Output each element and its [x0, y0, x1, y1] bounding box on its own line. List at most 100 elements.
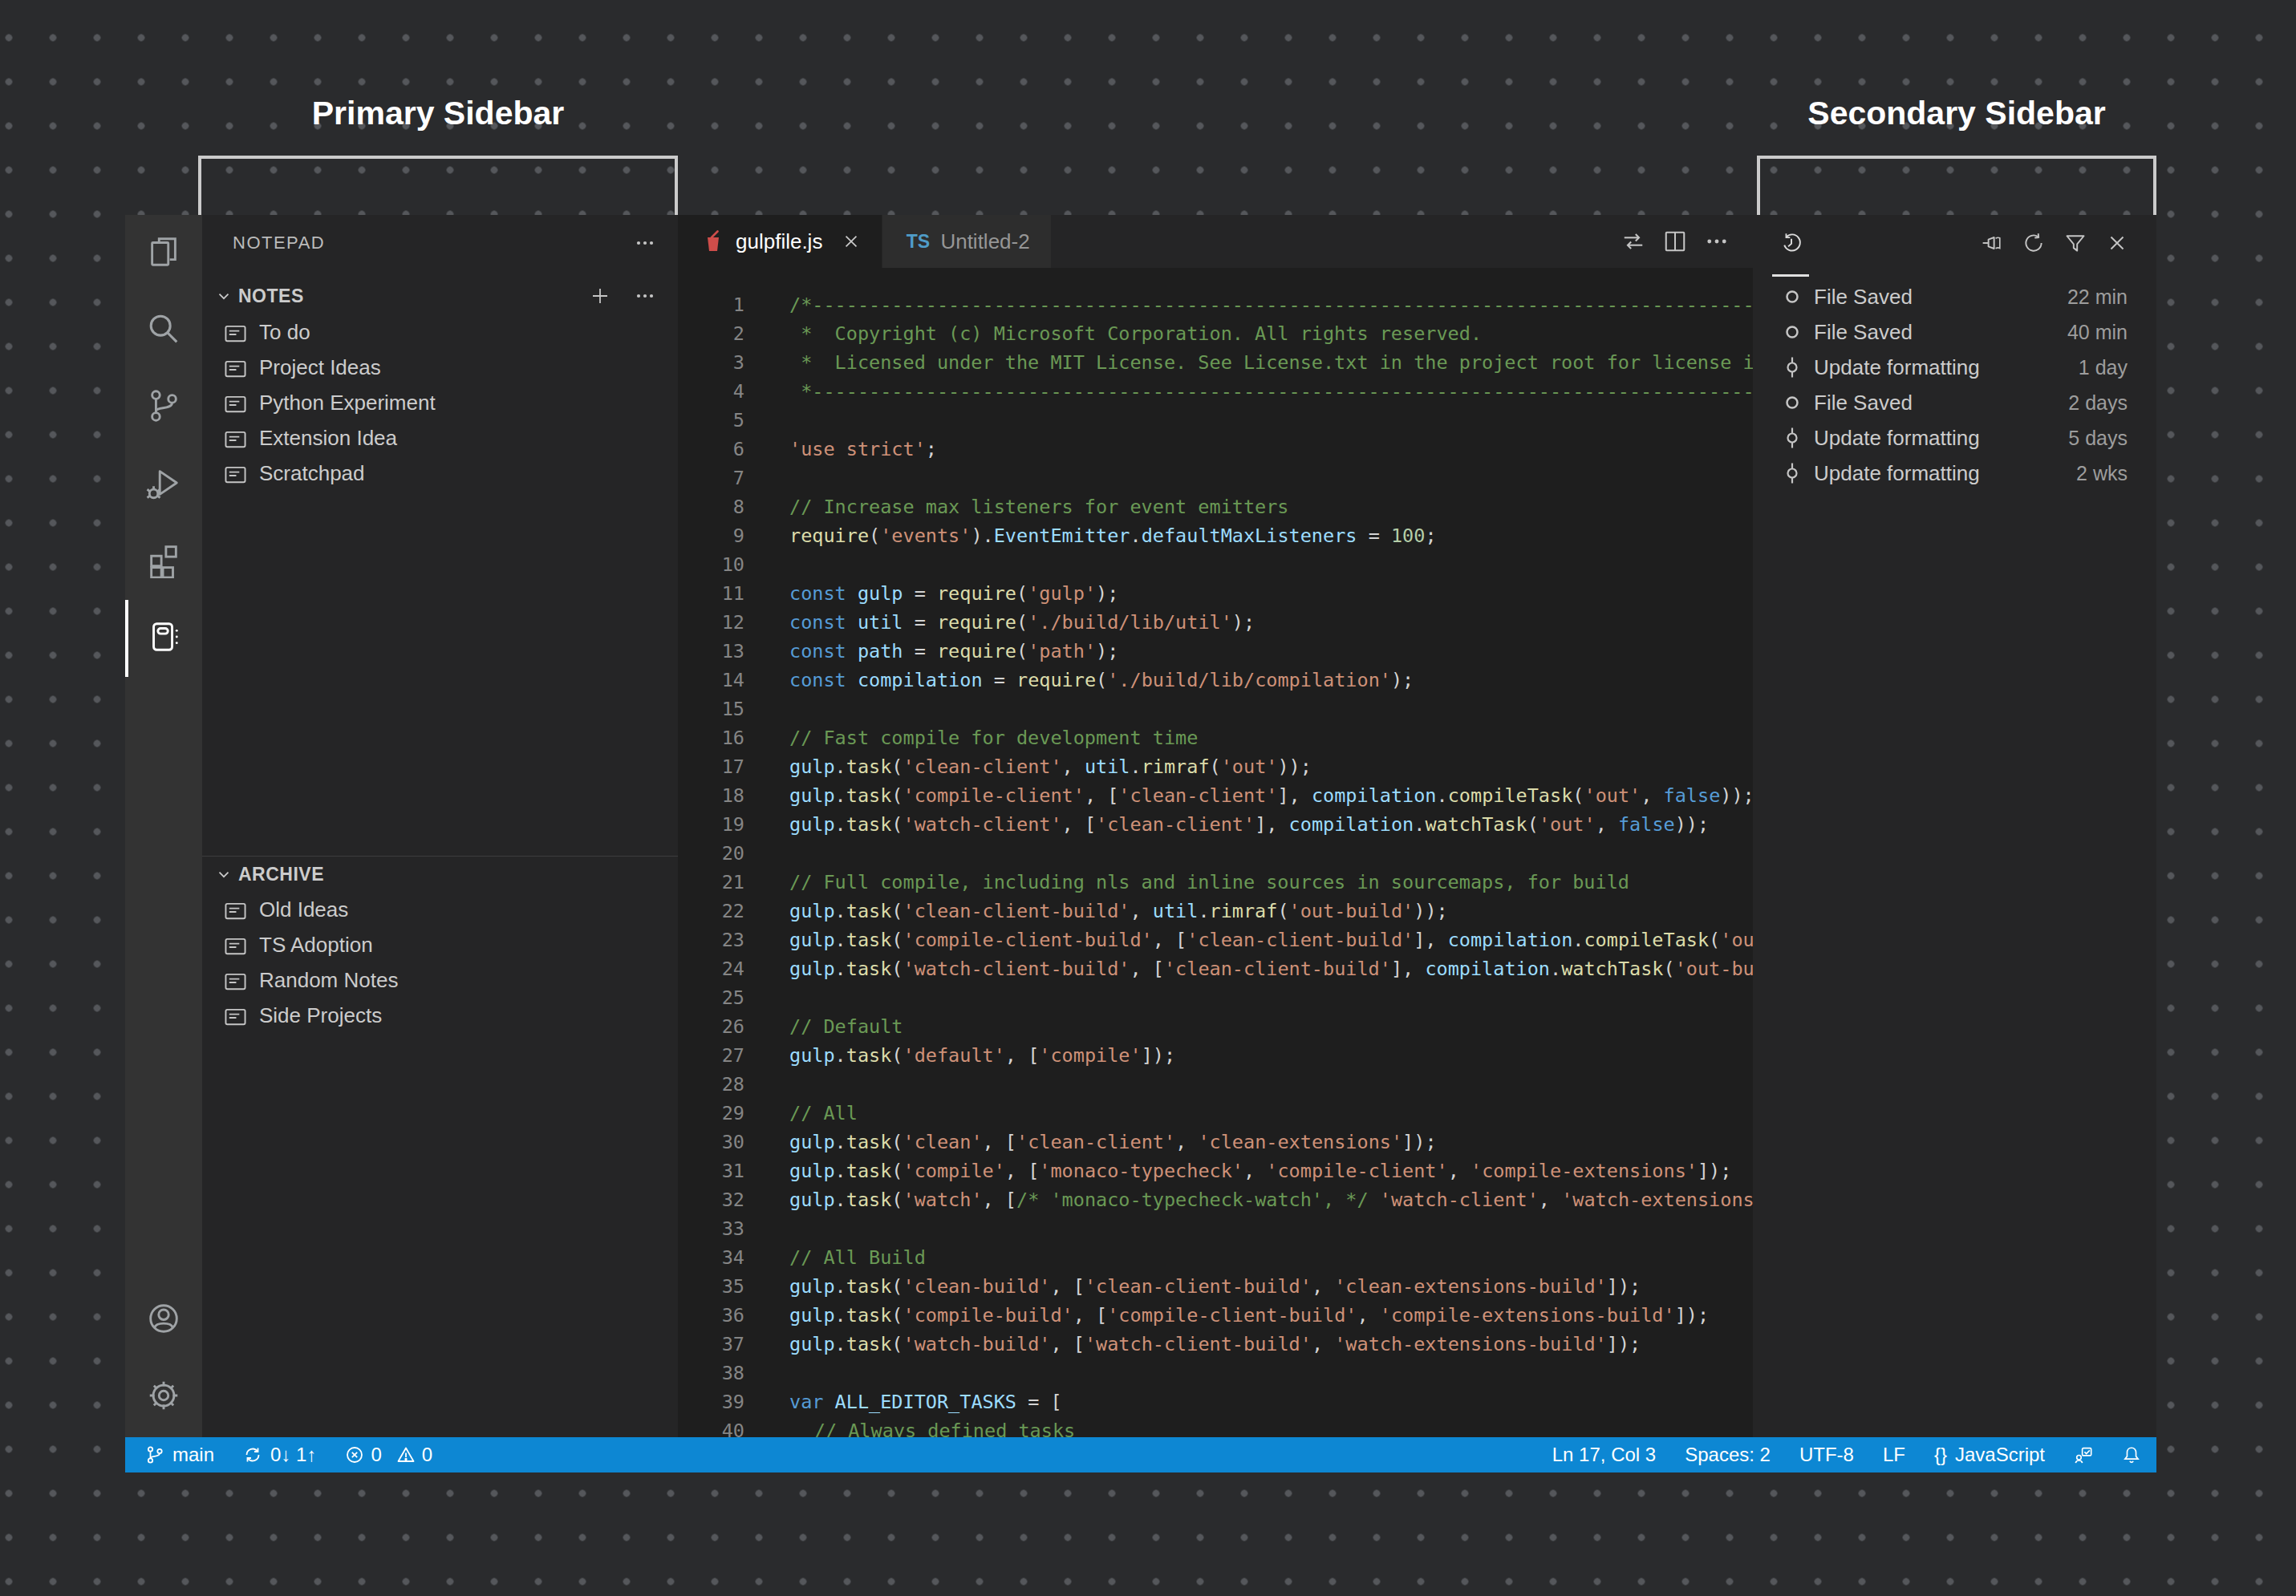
code-text: gulp.task('watch', [/* 'monaco-typecheck…: [744, 1189, 1753, 1211]
code-line: 35gulp.task('clean-build', ['clean-clien…: [678, 1272, 1753, 1301]
line-number: 38: [678, 1359, 744, 1387]
code-line: 8// Increase max listeners for event emi…: [678, 492, 1753, 521]
code-text: gulp.task('compile-client', ['clean-clie…: [744, 784, 1753, 807]
code-line: 7: [678, 464, 1753, 492]
sidebar-title-bar: NOTEPAD: [202, 215, 678, 271]
code-text: gulp.task('clean', ['clean-client', 'cle…: [744, 1131, 1437, 1153]
timeline-list: File Saved 22 min File Saved 40 min Upda: [1753, 279, 2156, 491]
code-text: // All Build: [744, 1246, 926, 1269]
warning-icon: [396, 1445, 416, 1464]
note-list-item[interactable]: Old Ideas: [202, 892, 678, 927]
new-note-button[interactable]: [590, 286, 611, 306]
code-line: 16// Fast compile for development time: [678, 723, 1753, 752]
line-number: 3: [678, 348, 744, 377]
branch-status-item[interactable]: main: [145, 1444, 214, 1466]
notes-more-actions-button[interactable]: [635, 286, 655, 306]
note-label: Project Ideas: [259, 355, 381, 380]
activity-bar-top-group: [125, 215, 202, 677]
note-label: Python Experiment: [259, 391, 436, 415]
note-icon: [225, 1007, 246, 1024]
note-label: Extension Idea: [259, 426, 397, 451]
editor-tab[interactable]: TS Untitled-2: [882, 215, 1051, 268]
history-icon[interactable]: [1780, 232, 1803, 254]
code-text: var ALL_EDITOR_TASKS = [: [744, 1391, 1062, 1413]
line-number: 5: [678, 406, 744, 435]
code-line: 31gulp.task('compile', ['monaco-typechec…: [678, 1156, 1753, 1185]
timeline-entry[interactable]: Update formatting 5 days: [1753, 420, 2156, 456]
timeline-entry-label: File Saved: [1814, 285, 1913, 310]
timeline-entry-label: Update formatting: [1814, 461, 1980, 486]
code-text: [744, 842, 789, 865]
cursor-position-item[interactable]: Ln 17, Col 3: [1552, 1444, 1656, 1466]
sync-icon: [243, 1445, 262, 1464]
line-number: 35: [678, 1272, 744, 1301]
code-text: /*--------------------------------------…: [744, 294, 1753, 316]
activity-bar-item[interactable]: [125, 1282, 202, 1359]
note-icon: [225, 323, 246, 341]
archive-section-header[interactable]: ARCHIVE: [202, 857, 678, 892]
timeline-entry[interactable]: Update formatting 1 day: [1753, 350, 2156, 385]
eol-item[interactable]: LF: [1883, 1444, 1905, 1466]
activity-bar-item[interactable]: [125, 446, 202, 523]
sync-status-item[interactable]: 0↓ 1↑: [243, 1444, 316, 1466]
note-list-item[interactable]: Random Notes: [202, 962, 678, 998]
timeline-entry[interactable]: File Saved 2 days: [1753, 385, 2156, 420]
note-label: To do: [259, 320, 310, 345]
code-line: 5: [678, 406, 1753, 435]
code-editor[interactable]: 1/*-------------------------------------…: [678, 268, 1753, 1437]
feedback-icon[interactable]: [2074, 1445, 2093, 1464]
code-text: [744, 1217, 789, 1240]
note-list-item[interactable]: Extension Idea: [202, 420, 678, 456]
line-number: 36: [678, 1301, 744, 1330]
bell-icon[interactable]: [2122, 1445, 2141, 1464]
primary-sidebar-annotation-label: Primary Sidebar: [198, 95, 678, 132]
note-icon: [225, 429, 246, 447]
timeline-entry[interactable]: File Saved 40 min: [1753, 314, 2156, 350]
problems-status-item[interactable]: 0 0: [345, 1444, 432, 1466]
activity-bar-item[interactable]: [125, 600, 202, 677]
tab-bar: gulpfile.js TS Untitled-2: [678, 215, 1753, 268]
code-line: 33: [678, 1214, 1753, 1243]
indentation-item[interactable]: Spaces: 2: [1685, 1444, 1771, 1466]
note-list-item[interactable]: Python Experiment: [202, 385, 678, 420]
code-line: 30gulp.task('clean', ['clean-client', 'c…: [678, 1128, 1753, 1156]
note-list-item[interactable]: To do: [202, 314, 678, 350]
chevron-down-icon: [215, 865, 233, 883]
note-list-item[interactable]: Project Ideas: [202, 350, 678, 385]
timeline-entry[interactable]: Update formatting 2 wks: [1753, 456, 2156, 491]
open-changes-icon[interactable]: [1621, 229, 1645, 253]
code-text: // Fast compile for development time: [744, 727, 1198, 749]
timeline-entry[interactable]: File Saved 22 min: [1753, 279, 2156, 314]
tab-label: gulpfile.js: [736, 229, 822, 254]
note-list-item[interactable]: Side Projects: [202, 998, 678, 1033]
notes-section-header[interactable]: NOTES: [202, 277, 678, 314]
filter-icon[interactable]: [2064, 232, 2087, 254]
pin-icon[interactable]: [1981, 232, 2003, 254]
timeline-entry-label: Update formatting: [1814, 355, 1980, 380]
timeline-entry-time: 40 min: [2067, 321, 2128, 344]
activity-bar-item[interactable]: [125, 215, 202, 292]
line-number: 22: [678, 897, 744, 926]
note-list-item[interactable]: TS Adoption: [202, 927, 678, 962]
note-list-item[interactable]: Scratchpad: [202, 456, 678, 491]
more-actions-icon[interactable]: [1705, 229, 1729, 253]
line-number: 4: [678, 377, 744, 406]
line-number: 17: [678, 752, 744, 781]
language-item[interactable]: {}JavaScript: [1934, 1444, 2045, 1466]
encoding-item[interactable]: UTF-8: [1799, 1444, 1854, 1466]
code-line: 39var ALL_EDITOR_TASKS = [: [678, 1387, 1753, 1416]
activity-bar-item[interactable]: [125, 1359, 202, 1436]
refresh-icon[interactable]: [2022, 232, 2045, 254]
close-panel-icon[interactable]: [2106, 232, 2128, 254]
activity-bar-item[interactable]: [125, 369, 202, 446]
activity-bar-item[interactable]: [125, 523, 202, 600]
close-tab-icon[interactable]: [842, 232, 861, 251]
code-text: gulp.task('watch-client-build', ['clean-…: [744, 958, 1753, 980]
split-editor-icon[interactable]: [1663, 229, 1687, 253]
sidebar-more-actions-button[interactable]: [635, 233, 655, 253]
code-text: // All: [744, 1102, 858, 1124]
activity-bar-item[interactable]: [125, 292, 202, 369]
editor-tab[interactable]: gulpfile.js: [678, 215, 882, 268]
code-line: 10: [678, 550, 1753, 579]
line-number: 24: [678, 954, 744, 983]
